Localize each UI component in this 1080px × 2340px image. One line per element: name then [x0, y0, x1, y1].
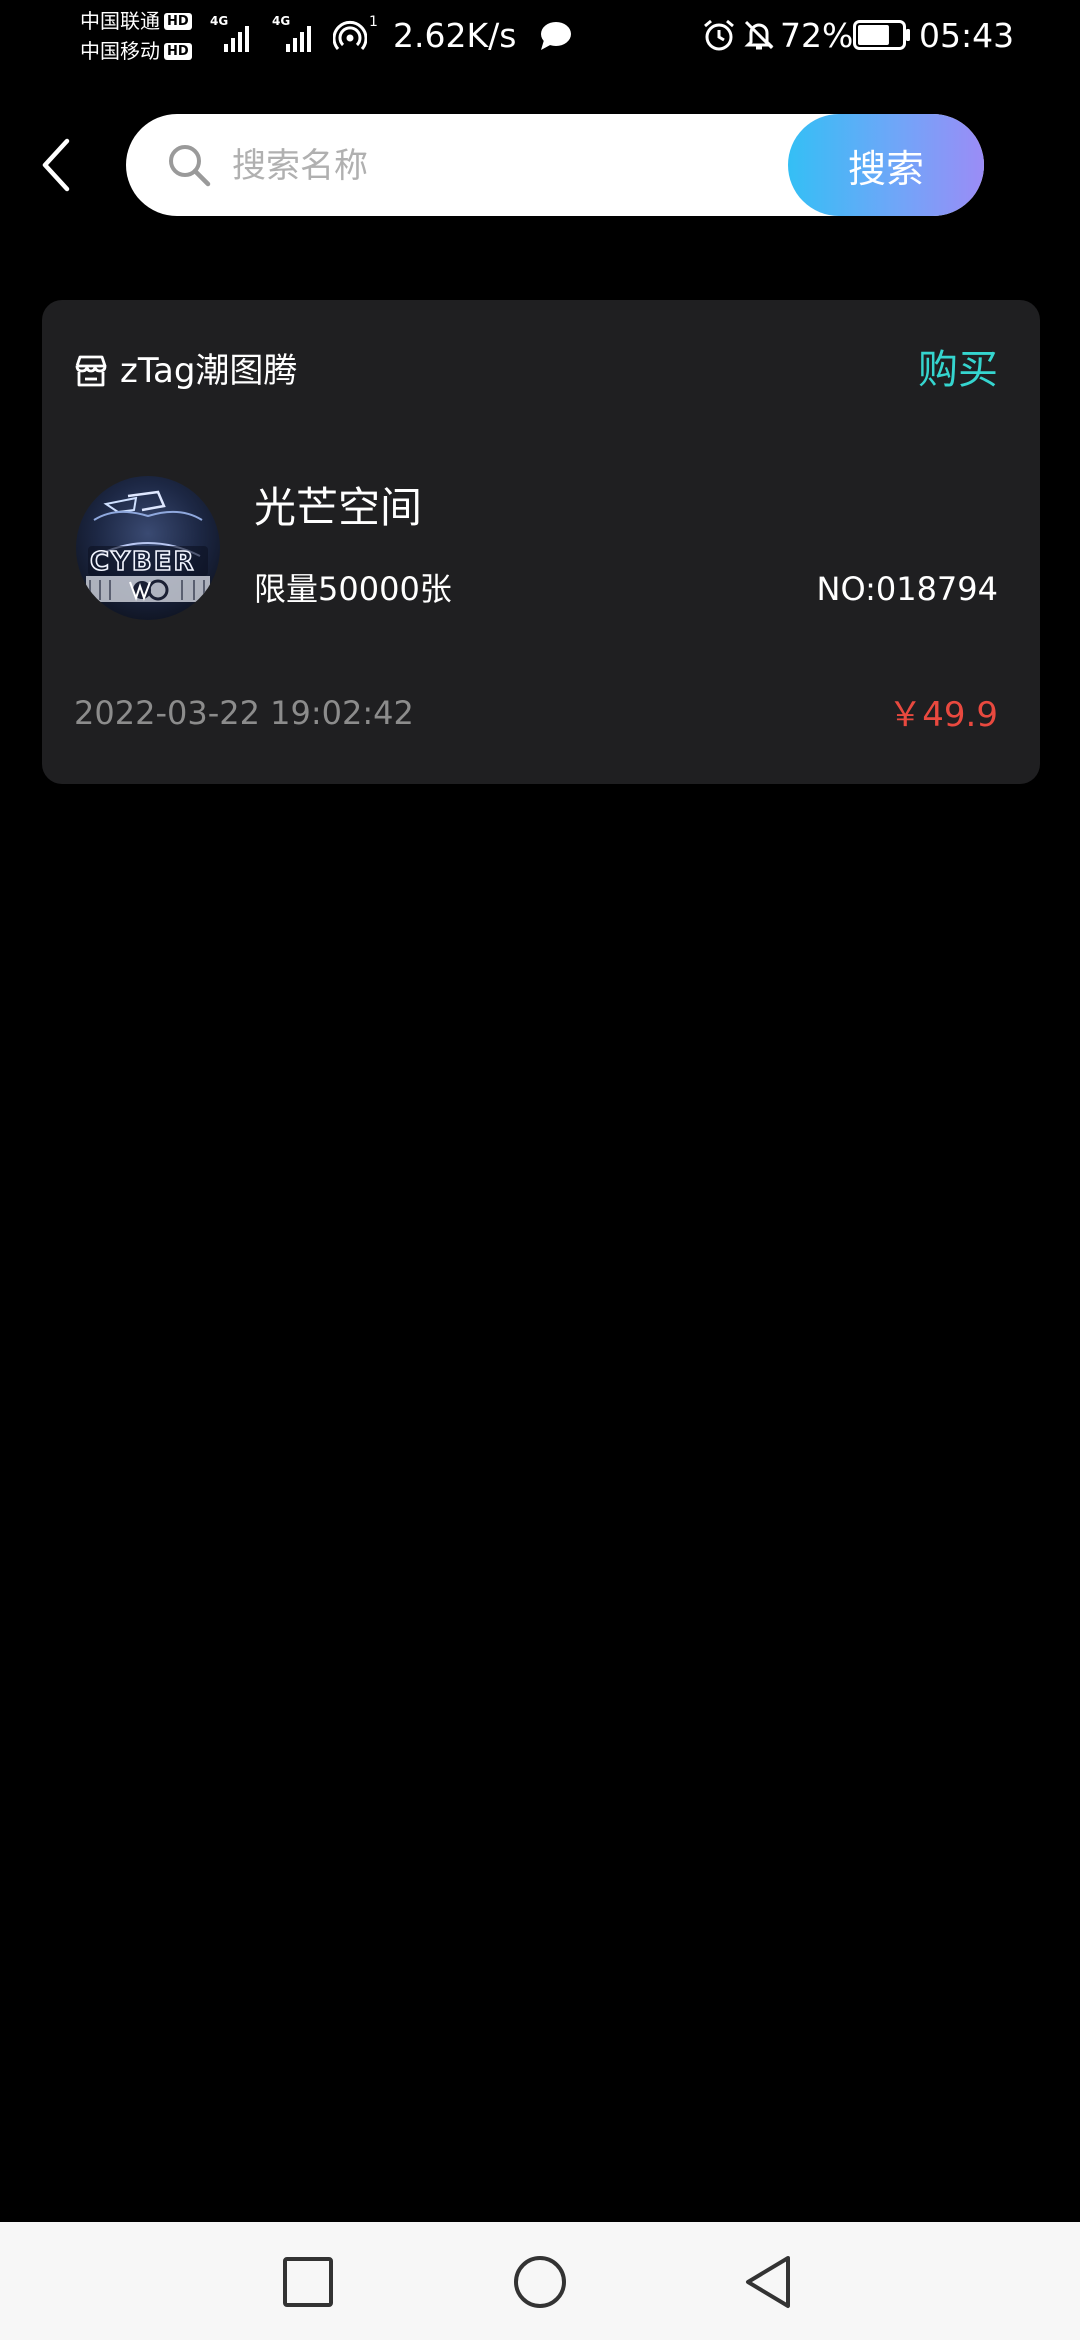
carrier-info: 中国联通 HD 中国移动 HD	[80, 6, 205, 66]
back-button[interactable]	[30, 130, 82, 200]
search-bar: 搜索	[126, 114, 984, 216]
recent-apps-icon[interactable]	[280, 2254, 336, 2310]
item-title: 光芒空间	[254, 483, 423, 532]
item-price: ￥49.9	[888, 695, 998, 735]
order-timestamp: 2022-03-22 19:02:42	[74, 694, 414, 732]
item-thumbnail[interactable]: CYBER	[76, 476, 220, 620]
search-button[interactable]: 搜索	[788, 114, 984, 216]
signal-bars-2-icon	[286, 26, 311, 52]
network-type-1: 4G	[210, 14, 229, 28]
search-input[interactable]	[230, 132, 794, 200]
thumbnail-text: CYBER	[90, 547, 196, 577]
buy-button[interactable]: 购买	[918, 344, 998, 396]
store-icon	[75, 355, 107, 387]
hotspot-count: 1	[369, 14, 378, 30]
back-icon[interactable]	[742, 2254, 798, 2310]
signal-strength-2: 4G	[272, 14, 311, 52]
order-card: zTag潮图腾 购买 CYBER 光芒空间 限量50000张 NO:018794…	[42, 300, 1040, 784]
chevron-left-icon	[42, 138, 70, 192]
notifications-off-icon	[744, 20, 774, 50]
chat-bubble-icon	[541, 22, 571, 50]
search-icon	[169, 145, 211, 187]
hotspot-icon	[333, 20, 367, 50]
item-edition-limit: 限量50000张	[254, 570, 452, 608]
signal-strength-1: 4G	[210, 14, 249, 52]
thumbnail-art: CYBER	[86, 490, 210, 602]
hd-badge-2: HD	[164, 42, 192, 60]
carrier-name-1: 中国联通	[80, 9, 160, 33]
alarm-icon	[704, 19, 734, 51]
network-type-2: 4G	[272, 14, 291, 28]
item-serial-number: NO:018794	[816, 570, 999, 608]
network-speed: 2.62K/s	[393, 16, 517, 55]
clock: 05:43	[919, 16, 1015, 55]
battery-icon	[853, 20, 910, 50]
status-bar: 中国联通 HD 中国移动 HD 4G 4G 1 2.62K/s 72% 05:4…	[0, 0, 1080, 72]
hd-badge-1: HD	[164, 12, 192, 30]
battery-percentage: 72%	[780, 16, 854, 55]
signal-bars-1-icon	[224, 26, 249, 52]
carrier-row-2: 中国移动 HD	[80, 36, 205, 66]
system-navigation-bar	[0, 2222, 1080, 2340]
store-name: zTag潮图腾	[120, 351, 298, 391]
home-icon[interactable]	[512, 2254, 568, 2310]
carrier-row-1: 中国联通 HD	[80, 6, 205, 36]
carrier-name-2: 中国移动	[80, 39, 160, 63]
